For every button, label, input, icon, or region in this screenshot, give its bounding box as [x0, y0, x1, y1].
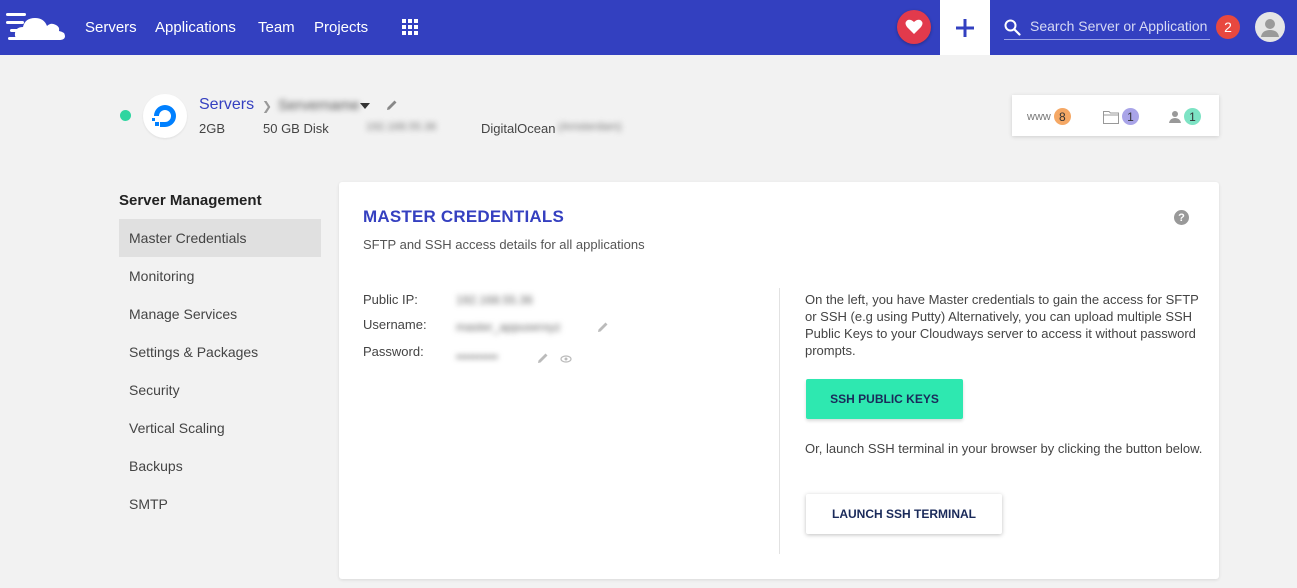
nav-team[interactable]: Team	[258, 19, 295, 36]
digitalocean-icon	[152, 105, 176, 127]
server-dropdown-icon[interactable]	[360, 103, 370, 109]
search-icon	[1004, 19, 1021, 36]
server-location: (Amsterdam)	[558, 121, 622, 133]
public-ip-value: 192.168.55.36	[456, 293, 533, 307]
user-avatar-icon	[1261, 19, 1279, 37]
digitalocean-logo	[143, 94, 187, 138]
add-button[interactable]	[940, 0, 990, 55]
breadcrumb-servers[interactable]: Servers	[199, 96, 254, 114]
stat-users[interactable]: 1	[1169, 108, 1201, 125]
edit-username-icon[interactable]	[597, 321, 609, 333]
username-value: master_appuserxyz	[456, 320, 561, 334]
sidebar-item-settings-packages[interactable]: Settings & Packages	[119, 333, 321, 371]
search-bar	[1004, 14, 1210, 40]
heart-icon	[905, 19, 923, 34]
sidebar-title: Server Management	[119, 192, 262, 209]
username-label: Username:	[363, 317, 427, 332]
user-icon	[1169, 110, 1181, 123]
favorites-button[interactable]	[897, 10, 931, 44]
edit-password-icon[interactable]	[537, 352, 549, 364]
plus-icon	[956, 18, 974, 37]
sidebar-item-manage-services[interactable]: Manage Services	[119, 295, 321, 333]
www-count-badge: 8	[1053, 108, 1071, 125]
help-icon[interactable]: ?	[1174, 210, 1189, 225]
ssh-public-keys-button[interactable]: SSH PUBLIC KEYS	[806, 379, 963, 419]
sidebar-item-vertical-scaling[interactable]: Vertical Scaling	[119, 409, 321, 447]
server-stats: www 8 1 1	[1012, 95, 1219, 136]
breadcrumb-chevron-icon: ❯	[262, 99, 273, 113]
sidebar-item-smtp[interactable]: SMTP	[119, 485, 321, 523]
password-label: Password:	[363, 344, 424, 359]
cloud-logo-icon[interactable]	[6, 10, 66, 44]
www-label: www	[1027, 110, 1051, 123]
sidebar-item-backups[interactable]: Backups	[119, 447, 321, 485]
vertical-divider	[779, 288, 780, 554]
folder-icon	[1103, 110, 1119, 124]
nav-projects[interactable]: Projects	[314, 19, 368, 36]
master-credentials-card: MASTER CREDENTIALS SFTP and SSH access d…	[339, 182, 1219, 579]
sidebar-item-monitoring[interactable]: Monitoring	[119, 257, 321, 295]
public-ip-label: Public IP:	[363, 292, 418, 307]
page-title: MASTER CREDENTIALS	[363, 207, 564, 226]
top-navbar: Servers Applications Team Projects 2	[0, 0, 1297, 55]
server-size: 2GB	[199, 121, 226, 136]
credentials-info-text: On the left, you have Master credentials…	[805, 292, 1199, 358]
terminal-info-text: Or, launch SSH terminal in your browser …	[805, 441, 1203, 456]
server-provider: DigitalOcean	[481, 121, 556, 136]
sidebar-item-security[interactable]: Security	[119, 371, 321, 409]
server-disk: 50 GB Disk	[263, 121, 329, 136]
server-name[interactable]: Servername	[278, 97, 360, 114]
search-input[interactable]	[1030, 16, 1210, 36]
stat-applications[interactable]: www 8	[1027, 108, 1071, 125]
sidebar-item-master-credentials[interactable]: Master Credentials	[119, 219, 321, 257]
page-subtitle: SFTP and SSH access details for all appl…	[363, 237, 645, 252]
server-status-indicator	[120, 110, 131, 121]
show-password-eye-icon[interactable]	[560, 353, 572, 365]
apps-grid-icon[interactable]	[402, 19, 418, 35]
edit-pencil-icon[interactable]	[386, 99, 398, 111]
nav-servers[interactable]: Servers	[85, 19, 137, 36]
server-ip: 192.168.55.36	[366, 121, 437, 133]
stat-folders[interactable]: 1	[1103, 108, 1139, 125]
folders-count-badge: 1	[1122, 108, 1139, 125]
avatar[interactable]	[1255, 12, 1285, 42]
nav-applications[interactable]: Applications	[155, 19, 236, 36]
launch-ssh-terminal-button[interactable]: LAUNCH SSH TERMINAL	[806, 494, 1002, 534]
users-count-badge: 1	[1184, 108, 1201, 125]
password-value: ••••••••••	[456, 350, 499, 364]
notification-badge[interactable]: 2	[1216, 15, 1240, 39]
